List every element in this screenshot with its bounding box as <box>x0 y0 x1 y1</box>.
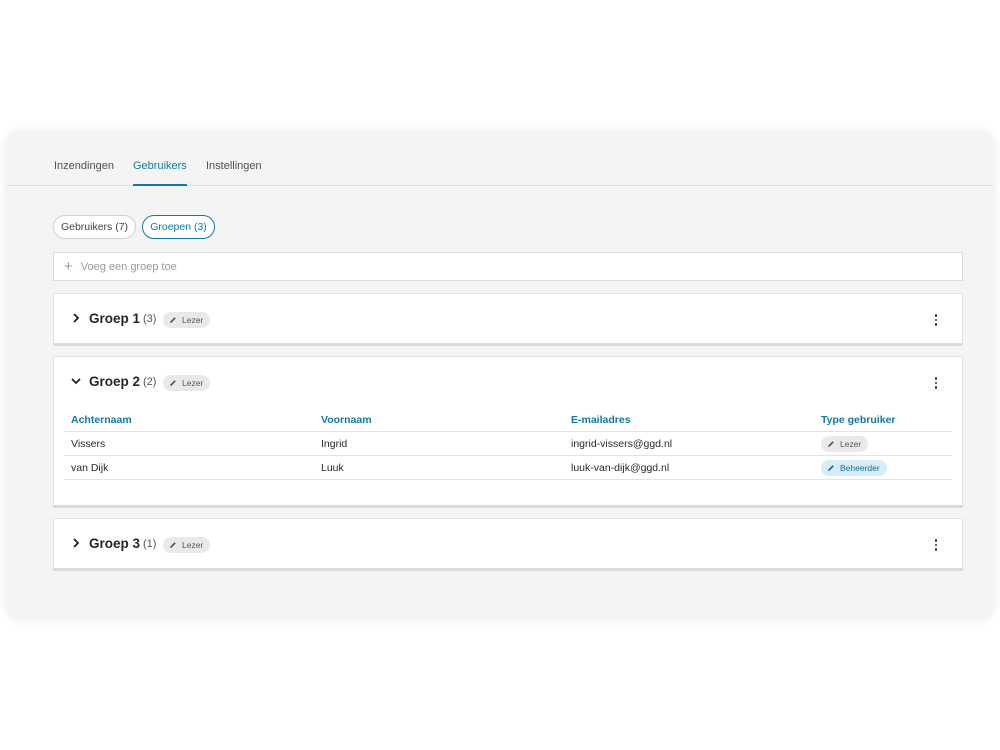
group-card-3: Groep 3 (1) Lezer <box>53 518 963 571</box>
table-header-row: Achternaam Voornaam E-mailadres Type geb… <box>64 409 952 432</box>
role-label: Lezer <box>840 438 862 449</box>
pencil-icon <box>828 440 834 447</box>
tab-instellingen[interactable]: Instellingen <box>206 160 262 184</box>
more-vertical-icon[interactable] <box>930 312 942 328</box>
chevron-down-icon[interactable] <box>70 375 82 387</box>
role-label: Lezer <box>182 378 204 388</box>
group-header[interactable]: Groep 2 (2) Lezer <box>54 357 962 407</box>
table-row[interactable]: van Dijk Luuk luuk-van-dijk@ggd.nl Behee… <box>64 455 952 480</box>
group-name: Groep 2 <box>89 374 141 389</box>
chevron-right-icon[interactable] <box>70 312 82 324</box>
group-header[interactable]: Groep 3 (1) Lezer <box>54 519 962 569</box>
more-vertical-icon[interactable] <box>930 537 942 553</box>
role-badge: Lezer <box>821 435 869 452</box>
table-row[interactable]: Vissers Ingrid ingrid-vissers@ggd.nl Lez… <box>64 431 952 456</box>
role-badge-admin: Beheerder <box>821 459 887 476</box>
role-badge: Lezer <box>163 312 211 328</box>
column-header-email[interactable]: E-mailadres <box>564 409 814 432</box>
group-member-count: (2) <box>143 376 157 388</box>
filter-groups-button[interactable]: Groepen (3) <box>142 215 215 239</box>
cell-email: ingrid-vissers@ggd.nl <box>564 431 814 456</box>
role-label: Lezer <box>182 315 204 325</box>
pencil-icon <box>170 380 176 386</box>
tab-gebruikers[interactable]: Gebruikers <box>133 160 187 186</box>
group-header[interactable]: Groep 1 (3) Lezer <box>54 294 962 344</box>
group-name: Groep 1 <box>89 311 141 326</box>
cell-first-name: Ingrid <box>314 431 564 456</box>
group-card-2: Groep 2 (2) Lezer Achternaam Voornaam E-… <box>53 356 963 508</box>
role-label: Lezer <box>182 540 204 550</box>
column-header-user-type[interactable]: Type gebruiker <box>814 409 952 432</box>
more-vertical-icon[interactable] <box>930 375 942 391</box>
pencil-icon <box>828 464 834 471</box>
group-member-count: (3) <box>143 313 157 325</box>
group-name: Groep 3 <box>89 536 141 551</box>
add-group-input[interactable]: + Voeg een groep toe <box>53 252 963 281</box>
cell-user-type: Lezer <box>814 431 952 456</box>
group-card-1: Groep 1 (3) Lezer <box>53 293 963 346</box>
role-label: Beheerder <box>840 462 880 473</box>
cell-user-type: Beheerder <box>814 455 952 480</box>
groups-panel: Inzendingen Gebruikers Instellingen Gebr… <box>7 130 993 617</box>
pencil-icon <box>170 317 176 323</box>
column-header-last-name[interactable]: Achternaam <box>64 409 314 432</box>
tab-inzendingen[interactable]: Inzendingen <box>54 160 114 184</box>
role-badge: Lezer <box>163 537 211 553</box>
add-group-placeholder: Voeg een groep toe <box>80 260 177 273</box>
cell-email: luuk-van-dijk@ggd.nl <box>564 455 814 480</box>
cell-last-name: Vissers <box>64 431 314 456</box>
group-member-count: (1) <box>143 538 157 550</box>
members-table: Achternaam Voornaam E-mailadres Type geb… <box>64 409 952 480</box>
column-header-first-name[interactable]: Voornaam <box>314 409 564 432</box>
role-badge: Lezer <box>163 375 211 391</box>
cell-last-name: van Dijk <box>64 455 314 480</box>
cell-first-name: Luuk <box>314 455 564 480</box>
chevron-right-icon[interactable] <box>70 537 82 549</box>
filter-users-button[interactable]: Gebruikers (7) <box>53 215 136 239</box>
plus-icon: + <box>64 258 73 275</box>
pencil-icon <box>170 542 176 548</box>
tab-bar: Inzendingen Gebruikers Instellingen <box>7 130 993 186</box>
